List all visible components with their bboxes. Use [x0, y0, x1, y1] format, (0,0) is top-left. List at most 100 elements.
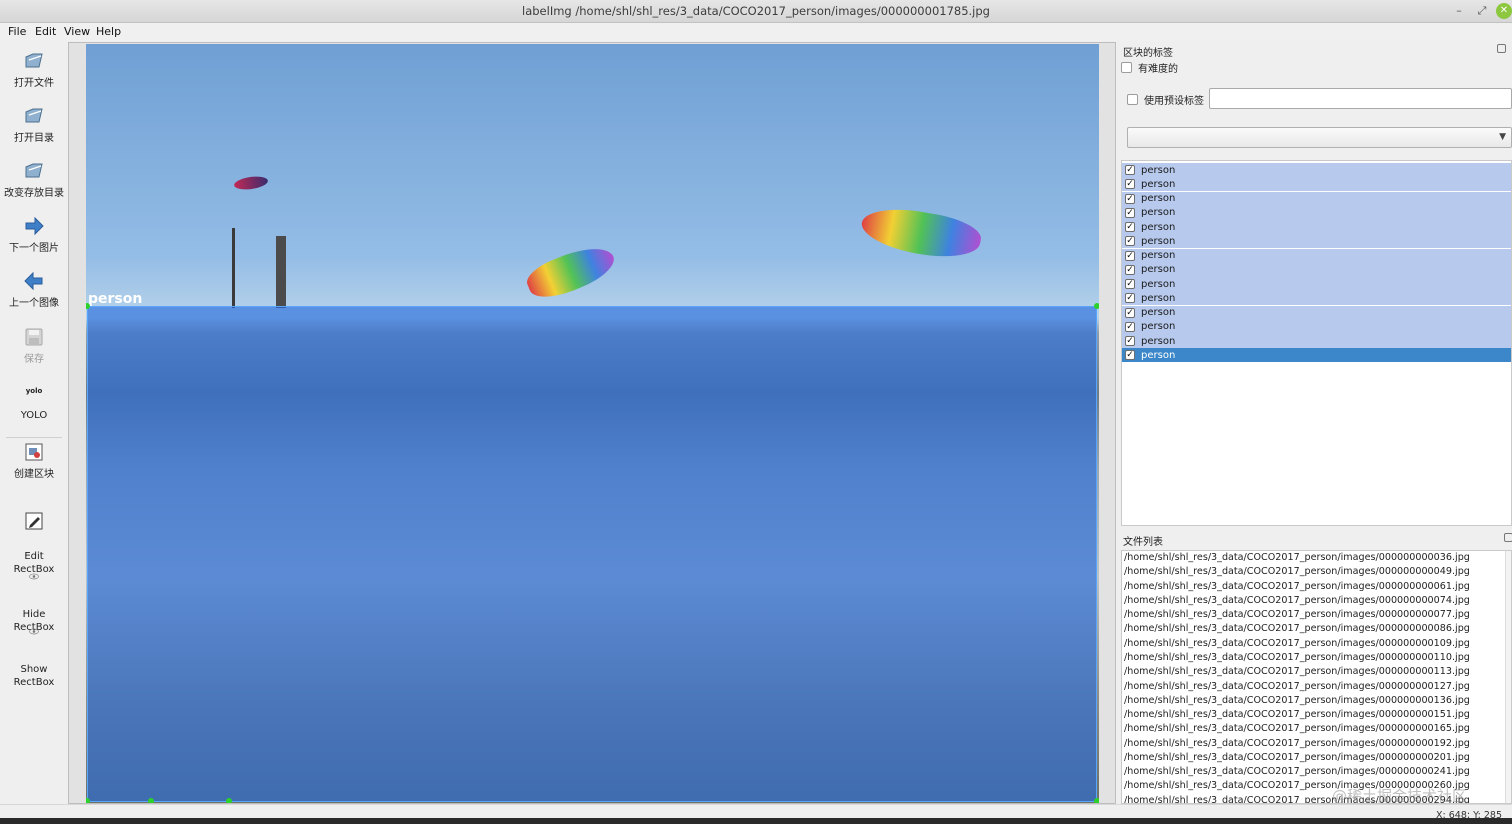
show-rectbox-label: Show RectBox	[13, 664, 55, 688]
label-item-checkbox[interactable]: ✓	[1125, 321, 1135, 332]
create-box-button[interactable]: 创建区块	[0, 441, 68, 481]
create-box-label: 创建区块	[14, 469, 54, 480]
file-list-item[interactable]: /home/shl/shl_res/3_data/COCO2017_person…	[1124, 738, 1470, 749]
label-item-checkbox[interactable]: ✓	[1125, 193, 1135, 204]
menu-file[interactable]: File	[8, 25, 26, 38]
prev-image-label: 上一个图像	[9, 298, 59, 309]
right-dock: 区块的标签 有难度的 使用预设标签 ▼ ✓ person ✓ person ✓ perso…	[1118, 42, 1512, 804]
close-button[interactable]: ✕	[1496, 3, 1512, 19]
yolo-icon: yolo	[25, 387, 43, 395]
label-list-item[interactable]: ✓ person	[1122, 163, 1511, 178]
use-default-label-row: 使用预设标签	[1127, 92, 1204, 107]
arrow-right-icon	[25, 216, 44, 236]
label-item-text: person	[1141, 307, 1176, 319]
label-item-checkbox[interactable]: ✓	[1125, 236, 1135, 247]
change-save-dir-button[interactable]: 改变存放目录	[0, 160, 68, 200]
selected-bounding-box[interactable]	[87, 306, 1097, 802]
label-item-checkbox[interactable]: ✓	[1125, 250, 1135, 261]
label-item-text: person	[1141, 235, 1176, 247]
edit-icon	[25, 512, 43, 530]
open-dir-label: 打开目录	[14, 133, 54, 144]
minimize-button[interactable]: –	[1451, 3, 1467, 19]
label-item-checkbox[interactable]: ✓	[1125, 264, 1135, 275]
label-list-item[interactable]: ✓ person	[1122, 234, 1511, 249]
file-list-item[interactable]: /home/shl/shl_res/3_data/COCO2017_person…	[1124, 609, 1470, 620]
menu-edit[interactable]: Edit	[35, 25, 56, 38]
kite-rainbow-right	[858, 201, 984, 265]
file-list-item[interactable]: /home/shl/shl_res/3_data/COCO2017_person…	[1124, 723, 1470, 734]
file-list-item[interactable]: /home/shl/shl_res/3_data/COCO2017_person…	[1124, 652, 1470, 663]
label-list-item[interactable]: ✓ person	[1122, 291, 1511, 306]
label-item-checkbox[interactable]: ✓	[1125, 279, 1135, 290]
label-item-checkbox[interactable]: ✓	[1125, 165, 1135, 176]
open-dir-button[interactable]: 打开目录	[0, 105, 68, 145]
chimney	[276, 236, 286, 308]
format-yolo-button[interactable]: yolo YOLO	[0, 382, 68, 422]
tool-bar: 打开文件 打开目录 改变存放目录 下一个图片 上一个图像 保存 yolo YOL…	[0, 42, 68, 804]
label-item-checkbox[interactable]: ✓	[1125, 336, 1135, 347]
label-list-item[interactable]: ✓ person	[1122, 220, 1511, 235]
file-list-item[interactable]: /home/shl/shl_res/3_data/COCO2017_person…	[1124, 709, 1470, 720]
menu-view[interactable]: View	[64, 25, 90, 38]
save-button[interactable]: 保存	[0, 326, 68, 366]
label-list-item[interactable]: ✓ person	[1122, 305, 1511, 320]
bottom-edge	[0, 818, 1512, 824]
show-rectbox-button[interactable]: Show RectBox	[0, 614, 68, 689]
label-list-item[interactable]: ✓ person	[1122, 191, 1511, 206]
file-list-item[interactable]: /home/shl/shl_res/3_data/COCO2017_person…	[1124, 666, 1470, 677]
label-list-item[interactable]: ✓ person	[1122, 334, 1511, 349]
menu-bar: File Edit View Help	[0, 23, 1512, 41]
label-item-text: person	[1141, 193, 1176, 205]
file-list[interactable]: /home/shl/shl_res/3_data/COCO2017_person…	[1121, 550, 1512, 804]
file-list-item[interactable]: /home/shl/shl_res/3_data/COCO2017_person…	[1124, 752, 1470, 763]
label-item-text: person	[1141, 164, 1176, 176]
dock-float-icon[interactable]	[1497, 44, 1506, 53]
label-list-item[interactable]: ✓ person	[1122, 262, 1511, 277]
file-list-item[interactable]: /home/shl/shl_res/3_data/COCO2017_person…	[1124, 681, 1470, 692]
label-list[interactable]: ✓ person ✓ person ✓ person ✓ person ✓ person ✓ pers…	[1121, 160, 1512, 526]
difficult-checkbox[interactable]	[1121, 62, 1132, 73]
file-list-item[interactable]: /home/shl/shl_res/3_data/COCO2017_person…	[1124, 623, 1470, 634]
label-list-item[interactable]: ✓ person	[1122, 277, 1511, 292]
file-list-scrollbar[interactable]	[1505, 551, 1511, 803]
file-list-item[interactable]: /home/shl/shl_res/3_data/COCO2017_person…	[1124, 638, 1470, 649]
use-default-label-checkbox[interactable]	[1127, 94, 1138, 105]
file-list-dock-title: 文件列表	[1123, 537, 1163, 548]
file-list-item[interactable]: /home/shl/shl_res/3_data/COCO2017_person…	[1124, 695, 1470, 706]
menu-help[interactable]: Help	[96, 25, 121, 38]
dock-float-icon-2[interactable]	[1504, 533, 1512, 542]
image-canvas[interactable]: person	[68, 42, 1116, 804]
box-handle-tr[interactable]	[1094, 303, 1099, 309]
next-image-button[interactable]: 下一个图片	[0, 215, 68, 255]
label-item-checkbox[interactable]: ✓	[1125, 207, 1135, 218]
eye-show-icon	[29, 628, 39, 635]
label-item-checkbox[interactable]: ✓	[1125, 350, 1135, 361]
save-icon	[25, 328, 43, 346]
prev-image-button[interactable]: 上一个图像	[0, 270, 68, 310]
file-list-item[interactable]: /home/shl/shl_res/3_data/COCO2017_person…	[1124, 581, 1470, 592]
file-list-item[interactable]: /home/shl/shl_res/3_data/COCO2017_person…	[1124, 566, 1470, 577]
file-list-item[interactable]: /home/shl/shl_res/3_data/COCO2017_person…	[1124, 552, 1470, 563]
default-label-input[interactable]	[1209, 88, 1512, 109]
label-combo[interactable]: ▼	[1127, 127, 1512, 148]
label-item-checkbox[interactable]: ✓	[1125, 179, 1135, 190]
label-list-item[interactable]: ✓ person	[1122, 348, 1511, 363]
label-item-checkbox[interactable]: ✓	[1125, 222, 1135, 233]
file-list-item[interactable]: /home/shl/shl_res/3_data/COCO2017_person…	[1124, 766, 1470, 777]
label-item-text: person	[1141, 221, 1176, 233]
label-item-checkbox[interactable]: ✓	[1125, 293, 1135, 304]
label-list-item[interactable]: ✓ person	[1122, 177, 1511, 192]
chevron-down-icon: ▼	[1499, 132, 1506, 142]
label-list-item[interactable]: ✓ person	[1122, 319, 1511, 334]
label-list-item[interactable]: ✓ person	[1122, 205, 1511, 220]
open-file-button[interactable]: 打开文件	[0, 50, 68, 90]
toolbar-separator	[6, 437, 62, 438]
format-label: YOLO	[20, 410, 48, 421]
kite-rainbow-left	[522, 238, 620, 306]
label-item-checkbox[interactable]: ✓	[1125, 307, 1135, 318]
label-list-item[interactable]: ✓ person	[1122, 248, 1511, 263]
file-list-item[interactable]: /home/shl/shl_res/3_data/COCO2017_person…	[1124, 595, 1470, 606]
box-labels-dock-title: 区块的标签	[1123, 48, 1173, 59]
maximize-button[interactable]: ⤢	[1474, 3, 1490, 19]
difficult-row: 有难度的	[1121, 60, 1178, 75]
